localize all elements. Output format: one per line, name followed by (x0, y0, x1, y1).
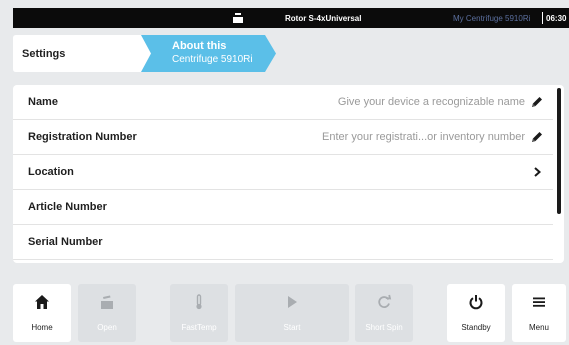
menu-button[interactable]: Menu (512, 284, 566, 342)
open-label: Open (97, 323, 117, 332)
standby-button[interactable]: Standby (447, 284, 505, 342)
play-icon (288, 296, 297, 308)
pencil-icon[interactable] (530, 130, 544, 144)
breadcrumb-about-line2: Centrifuge 5910Ri (172, 54, 253, 65)
breadcrumb-settings-label: Settings (22, 48, 66, 60)
status-separator (542, 12, 543, 24)
home-button[interactable]: Home (13, 284, 71, 342)
power-icon (469, 295, 483, 310)
row-label: Name (28, 96, 58, 108)
pencil-icon[interactable] (530, 95, 544, 109)
standby-label: Standby (461, 323, 491, 332)
breadcrumb-about-line1: About this (172, 40, 227, 52)
refresh-icon (378, 294, 392, 308)
lid-icon (101, 295, 113, 309)
menu-icon (533, 297, 545, 307)
row-label: Serial Number (28, 236, 103, 248)
device-name: My Centrifuge 5910Ri (453, 14, 531, 23)
row-label: Location (28, 166, 74, 178)
status-bar: Rotor S-4xUniversal My Centrifuge 5910Ri… (13, 8, 569, 28)
row-name[interactable]: Name Give your device a recognizable nam… (13, 85, 553, 120)
start-button[interactable]: Start (235, 284, 349, 342)
fasttemp-label: FastTemp (181, 323, 217, 332)
device-info-list: Name Give your device a recognizable nam… (13, 85, 564, 263)
clock: 06:30 (546, 14, 567, 23)
name-placeholder: Give your device a recognizable name (337, 96, 525, 108)
breadcrumb-settings[interactable]: Settings (13, 35, 161, 72)
home-icon (35, 295, 49, 309)
list-scrollbar[interactable] (557, 88, 561, 214)
home-label: Home (31, 323, 53, 332)
start-label: Start (283, 323, 301, 332)
breadcrumb-about: About this Centrifuge 5910Ri (141, 35, 283, 72)
row-article-number: Article Number (13, 190, 553, 225)
row-serial-number: Serial Number (13, 225, 553, 260)
row-label: Article Number (28, 201, 107, 213)
rotor-icon (233, 13, 243, 23)
open-button[interactable]: Open (78, 284, 136, 342)
row-registration-number[interactable]: Registration Number Enter your registrat… (13, 120, 553, 155)
menu-label: Menu (528, 323, 549, 332)
rotor-name: Rotor S-4xUniversal (285, 14, 362, 23)
thermometer-icon (196, 294, 202, 310)
row-label: Registration Number (28, 131, 137, 143)
app-screen: Rotor S-4xUniversal My Centrifuge 5910Ri… (0, 0, 569, 345)
short-spin-label: Short Spin (365, 323, 403, 332)
fasttemp-button[interactable]: FastTemp (170, 284, 228, 342)
registration-placeholder: Enter your registrati...or inventory num… (322, 131, 525, 143)
short-spin-button[interactable]: Short Spin (355, 284, 413, 342)
row-location[interactable]: Location (13, 155, 553, 190)
bottom-nav: Home Open FastTemp Start Short Spin Stan… (0, 275, 569, 345)
chevron-right-icon (534, 167, 542, 177)
breadcrumb: Settings About this Centrifuge 5910Ri (13, 35, 276, 72)
